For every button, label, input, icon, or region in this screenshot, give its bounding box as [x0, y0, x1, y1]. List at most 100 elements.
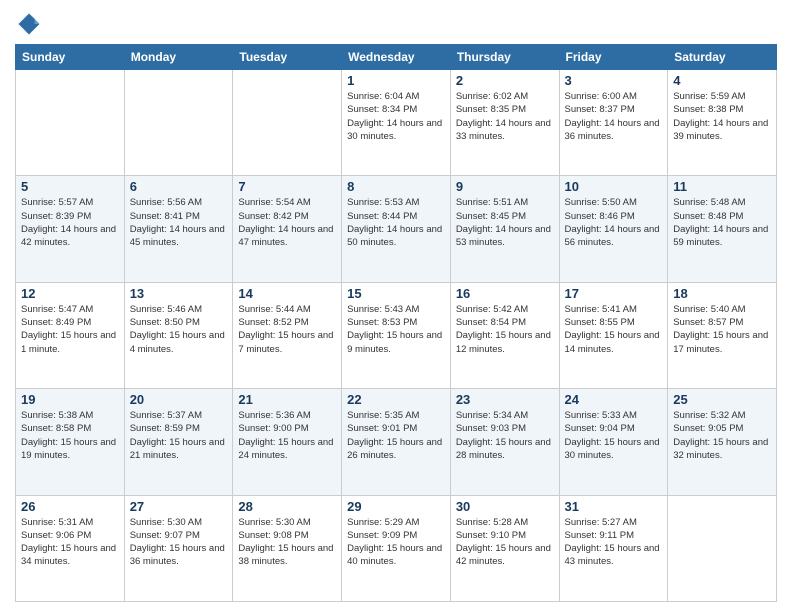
- week-row-5: 26Sunrise: 5:31 AM Sunset: 9:06 PM Dayli…: [16, 495, 777, 601]
- calendar-cell: 28 Sunrise: 5:30 AM Sunset: 9:08 PM Dayli…: [233, 495, 342, 601]
- day-number: 8: [347, 179, 445, 194]
- day-info: Sunrise: 5:59 AM Sunset: 8:38 PM Dayligh…: [673, 90, 771, 143]
- calendar-cell: 13 Sunrise: 5:46 AM Sunset: 8:50 PM Dayli…: [124, 282, 233, 388]
- calendar-cell: 17 Sunrise: 5:41 AM Sunset: 8:55 PM Dayli…: [559, 282, 668, 388]
- day-info: Sunrise: 5:47 AM Sunset: 8:49 PM Dayligh…: [21, 303, 119, 356]
- day-info: Sunrise: 5:53 AM Sunset: 8:44 PM Dayligh…: [347, 196, 445, 249]
- calendar-cell: 7 Sunrise: 5:54 AM Sunset: 8:42 PM Daylig…: [233, 176, 342, 282]
- day-number: 26: [21, 499, 119, 514]
- day-number: 31: [565, 499, 663, 514]
- day-info: Sunrise: 5:51 AM Sunset: 8:45 PM Dayligh…: [456, 196, 554, 249]
- weekday-header-tuesday: Tuesday: [233, 45, 342, 70]
- calendar-cell: 8 Sunrise: 5:53 AM Sunset: 8:44 PM Daylig…: [342, 176, 451, 282]
- calendar-cell: 27 Sunrise: 5:30 AM Sunset: 9:07 PM Dayli…: [124, 495, 233, 601]
- logo: [15, 10, 45, 38]
- day-info: Sunrise: 5:57 AM Sunset: 8:39 PM Dayligh…: [21, 196, 119, 249]
- day-info: Sunrise: 5:34 AM Sunset: 9:03 PM Dayligh…: [456, 409, 554, 462]
- day-info: Sunrise: 5:30 AM Sunset: 9:08 PM Dayligh…: [238, 516, 336, 569]
- day-number: 21: [238, 392, 336, 407]
- calendar-cell: [668, 495, 777, 601]
- week-row-1: 1 Sunrise: 6:04 AM Sunset: 8:34 PM Daylig…: [16, 70, 777, 176]
- calendar-cell: 21 Sunrise: 5:36 AM Sunset: 9:00 PM Dayli…: [233, 389, 342, 495]
- calendar-cell: 14Sunrise: 5:44 AM Sunset: 8:52 PM Dayli…: [233, 282, 342, 388]
- calendar-cell: 5 Sunrise: 5:57 AM Sunset: 8:39 PM Daylig…: [16, 176, 125, 282]
- day-number: 6: [130, 179, 228, 194]
- calendar-cell: [16, 70, 125, 176]
- day-info: Sunrise: 5:29 AM Sunset: 9:09 PM Dayligh…: [347, 516, 445, 569]
- day-number: 23: [456, 392, 554, 407]
- day-info: Sunrise: 6:00 AM Sunset: 8:37 PM Dayligh…: [565, 90, 663, 143]
- weekday-header-sunday: Sunday: [16, 45, 125, 70]
- calendar-cell: 24 Sunrise: 5:33 AM Sunset: 9:04 PM Dayli…: [559, 389, 668, 495]
- day-info: Sunrise: 5:56 AM Sunset: 8:41 PM Dayligh…: [130, 196, 228, 249]
- week-row-3: 12 Sunrise: 5:47 AM Sunset: 8:49 PM Dayli…: [16, 282, 777, 388]
- day-info: Sunrise: 5:50 AM Sunset: 8:46 PM Dayligh…: [565, 196, 663, 249]
- calendar-cell: 6 Sunrise: 5:56 AM Sunset: 8:41 PM Daylig…: [124, 176, 233, 282]
- day-number: 19: [21, 392, 119, 407]
- week-row-4: 19 Sunrise: 5:38 AM Sunset: 8:58 PM Dayli…: [16, 389, 777, 495]
- day-number: 24: [565, 392, 663, 407]
- day-info: Sunrise: 5:36 AM Sunset: 9:00 PM Dayligh…: [238, 409, 336, 462]
- day-info: Sunrise: 5:35 AM Sunset: 9:01 PM Dayligh…: [347, 409, 445, 462]
- day-number: 5: [21, 179, 119, 194]
- day-info: Sunrise: 5:44 AM Sunset: 8:52 PM Dayligh…: [238, 303, 336, 356]
- calendar-cell: 29 Sunrise: 5:29 AM Sunset: 9:09 PM Dayli…: [342, 495, 451, 601]
- day-number: 10: [565, 179, 663, 194]
- day-info: Sunrise: 5:43 AM Sunset: 8:53 PM Dayligh…: [347, 303, 445, 356]
- day-info: Sunrise: 5:48 AM Sunset: 8:48 PM Dayligh…: [673, 196, 771, 249]
- day-info: Sunrise: 6:04 AM Sunset: 8:34 PM Dayligh…: [347, 90, 445, 143]
- calendar-cell: 23 Sunrise: 5:34 AM Sunset: 9:03 PM Dayli…: [450, 389, 559, 495]
- logo-icon: [15, 10, 43, 38]
- weekday-header-row: SundayMondayTuesdayWednesdayThursdayFrid…: [16, 45, 777, 70]
- weekday-header-thursday: Thursday: [450, 45, 559, 70]
- calendar-cell: 25Sunrise: 5:32 AM Sunset: 9:05 PM Dayli…: [668, 389, 777, 495]
- day-info: Sunrise: 5:30 AM Sunset: 9:07 PM Dayligh…: [130, 516, 228, 569]
- day-number: 15: [347, 286, 445, 301]
- calendar-cell: 9 Sunrise: 5:51 AM Sunset: 8:45 PM Daylig…: [450, 176, 559, 282]
- day-number: 4: [673, 73, 771, 88]
- day-info: Sunrise: 5:38 AM Sunset: 8:58 PM Dayligh…: [21, 409, 119, 462]
- calendar-cell: 12 Sunrise: 5:47 AM Sunset: 8:49 PM Dayli…: [16, 282, 125, 388]
- calendar-cell: 22 Sunrise: 5:35 AM Sunset: 9:01 PM Dayli…: [342, 389, 451, 495]
- calendar-cell: 26Sunrise: 5:31 AM Sunset: 9:06 PM Dayli…: [16, 495, 125, 601]
- day-number: 3: [565, 73, 663, 88]
- day-number: 18: [673, 286, 771, 301]
- day-info: Sunrise: 5:37 AM Sunset: 8:59 PM Dayligh…: [130, 409, 228, 462]
- day-info: Sunrise: 6:02 AM Sunset: 8:35 PM Dayligh…: [456, 90, 554, 143]
- day-number: 2: [456, 73, 554, 88]
- calendar-cell: 10 Sunrise: 5:50 AM Sunset: 8:46 PM Dayli…: [559, 176, 668, 282]
- header: [15, 10, 777, 38]
- day-number: 28: [238, 499, 336, 514]
- day-number: 20: [130, 392, 228, 407]
- week-row-2: 5 Sunrise: 5:57 AM Sunset: 8:39 PM Daylig…: [16, 176, 777, 282]
- day-info: Sunrise: 5:32 AM Sunset: 9:05 PM Dayligh…: [673, 409, 771, 462]
- weekday-header-saturday: Saturday: [668, 45, 777, 70]
- day-number: 7: [238, 179, 336, 194]
- day-number: 9: [456, 179, 554, 194]
- weekday-header-wednesday: Wednesday: [342, 45, 451, 70]
- day-number: 17: [565, 286, 663, 301]
- day-number: 1: [347, 73, 445, 88]
- day-info: Sunrise: 5:46 AM Sunset: 8:50 PM Dayligh…: [130, 303, 228, 356]
- day-number: 12: [21, 286, 119, 301]
- calendar-cell: 16 Sunrise: 5:42 AM Sunset: 8:54 PM Dayli…: [450, 282, 559, 388]
- day-number: 27: [130, 499, 228, 514]
- calendar-cell: [124, 70, 233, 176]
- day-info: Sunrise: 5:42 AM Sunset: 8:54 PM Dayligh…: [456, 303, 554, 356]
- calendar-table: SundayMondayTuesdayWednesdayThursdayFrid…: [15, 44, 777, 602]
- day-number: 30: [456, 499, 554, 514]
- day-number: 29: [347, 499, 445, 514]
- day-number: 16: [456, 286, 554, 301]
- calendar-cell: 2 Sunrise: 6:02 AM Sunset: 8:35 PM Daylig…: [450, 70, 559, 176]
- calendar-cell: 1 Sunrise: 6:04 AM Sunset: 8:34 PM Daylig…: [342, 70, 451, 176]
- day-number: 13: [130, 286, 228, 301]
- weekday-header-monday: Monday: [124, 45, 233, 70]
- calendar-cell: 30 Sunrise: 5:28 AM Sunset: 9:10 PM Dayli…: [450, 495, 559, 601]
- day-info: Sunrise: 5:28 AM Sunset: 9:10 PM Dayligh…: [456, 516, 554, 569]
- calendar-cell: 18 Sunrise: 5:40 AM Sunset: 8:57 PM Dayli…: [668, 282, 777, 388]
- day-info: Sunrise: 5:41 AM Sunset: 8:55 PM Dayligh…: [565, 303, 663, 356]
- day-info: Sunrise: 5:40 AM Sunset: 8:57 PM Dayligh…: [673, 303, 771, 356]
- day-info: Sunrise: 5:54 AM Sunset: 8:42 PM Dayligh…: [238, 196, 336, 249]
- day-info: Sunrise: 5:33 AM Sunset: 9:04 PM Dayligh…: [565, 409, 663, 462]
- day-number: 22: [347, 392, 445, 407]
